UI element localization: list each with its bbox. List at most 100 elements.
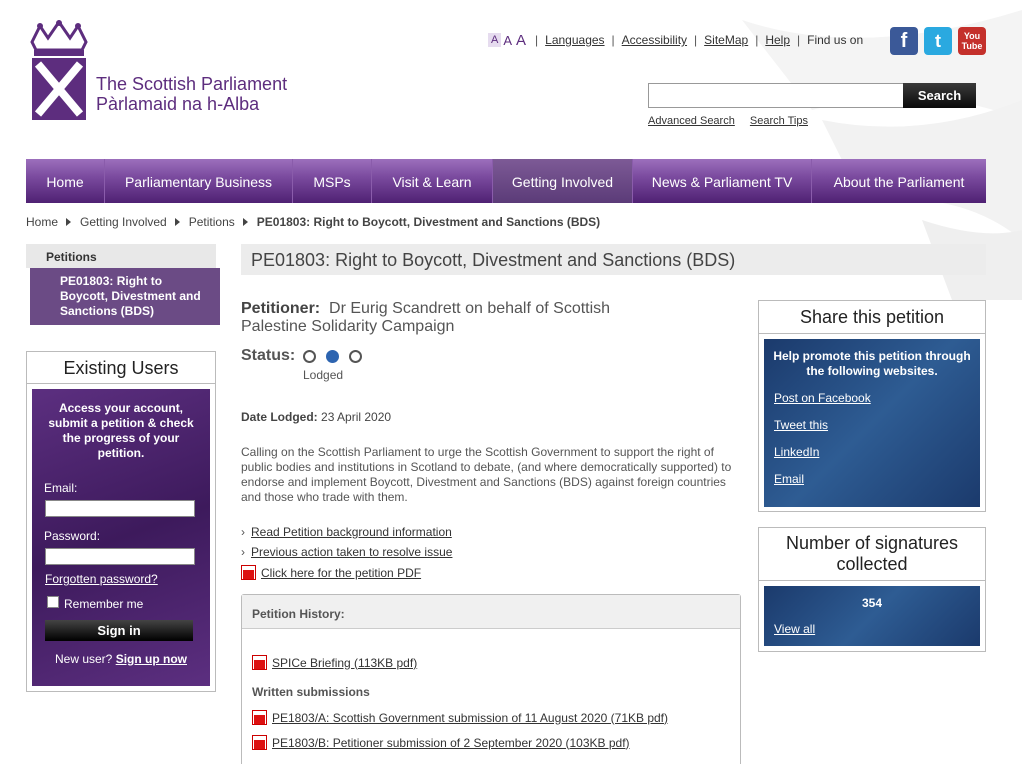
parliament-logo[interactable]: The Scottish Parliament Pàrlamaid na h-A… [26, 19, 288, 124]
petition-history-panel: Petition History: SPICe Briefing (113KB … [241, 594, 741, 764]
font-size-medium[interactable]: A [501, 33, 514, 48]
breadcrumb-getting-involved[interactable]: Getting Involved [80, 215, 167, 229]
submission-b-link[interactable]: PE1803/B: Petitioner submission of 2 Sep… [272, 736, 630, 750]
nav-about-parliament[interactable]: About the Parliament [812, 159, 986, 203]
pdf-icon [252, 655, 267, 670]
spice-briefing-row: SPICe Briefing (113KB pdf) [252, 655, 417, 670]
page-title: PE01803: Right to Boycott, Divestment an… [241, 244, 986, 275]
petitioner-label: Petitioner: [241, 300, 321, 317]
breadcrumb-arrow-icon [66, 218, 72, 226]
petition-pdf-link[interactable]: Click here for the petition PDF [261, 566, 421, 580]
crown-saltire-icon [30, 19, 88, 120]
font-size-small[interactable]: A [488, 33, 502, 47]
sign-up-link[interactable]: Sign up now [116, 652, 187, 666]
background-info-row: › Read Petition background information [241, 525, 452, 539]
existing-users-title: Existing Users [27, 352, 215, 384]
search-input[interactable] [648, 83, 904, 108]
signatures-panel: Number of signatures collected 354 View … [758, 527, 986, 652]
help-link[interactable]: Help [765, 33, 790, 47]
status-step-1-icon [303, 350, 316, 363]
remember-me-label: Remember me [64, 597, 144, 611]
separator: | [611, 33, 615, 47]
breadcrumb-petitions[interactable]: Petitions [189, 215, 235, 229]
petition-history-heading: Petition History: [242, 595, 740, 629]
date-lodged-value: 23 April 2020 [321, 410, 392, 424]
languages-link[interactable]: Languages [545, 33, 604, 47]
forgotten-password-link[interactable]: Forgotten password? [45, 572, 158, 586]
login-form: Access your account, submit a petition &… [32, 389, 210, 686]
date-lodged: Date Lodged: 23 April 2020 [241, 410, 391, 424]
view-all-signatures-link[interactable]: View all [774, 622, 815, 636]
pdf-icon [252, 735, 267, 750]
nav-getting-involved[interactable]: Getting Involved [493, 159, 633, 203]
signatures-box: 354 View all [764, 586, 980, 646]
new-user-label: New user? [54, 652, 113, 666]
share-intro: Help promote this petition through the f… [773, 349, 971, 378]
share-email-link[interactable]: Email [774, 472, 804, 486]
youtube-icon-text-1: You [963, 31, 981, 41]
status-step-3-icon [349, 350, 362, 363]
submission-a-link[interactable]: PE1803/A: Scottish Government submission… [272, 711, 668, 725]
existing-users-panel: Existing Users Access your account, subm… [26, 351, 216, 692]
written-submissions-heading: Written submissions [252, 685, 370, 699]
breadcrumb-arrow-icon [174, 218, 180, 226]
breadcrumb-home[interactable]: Home [26, 215, 58, 229]
email-label: Email: [44, 481, 78, 495]
search-button[interactable]: Search [903, 83, 976, 108]
sidebar-item-current-petition[interactable]: PE01803: Right to Boycott, Divestment an… [30, 268, 220, 325]
remember-me-checkbox[interactable] [47, 596, 59, 608]
password-field[interactable] [45, 548, 195, 565]
nav-visit-learn[interactable]: Visit & Learn [372, 159, 493, 203]
new-user-row: New user? Sign up now [32, 652, 210, 666]
separator: | [755, 33, 759, 47]
petitioner-info: Petitioner: Dr Eurig Scandrett on behalf… [241, 300, 641, 336]
sitemap-link[interactable]: SiteMap [704, 33, 748, 47]
breadcrumb-arrow-icon [242, 218, 248, 226]
share-box: Help promote this petition through the f… [764, 339, 980, 507]
background-info-link[interactable]: Read Petition background information [251, 525, 452, 539]
petition-pdf-row: Click here for the petition PDF [241, 565, 421, 580]
share-panel: Share this petition Help promote this pe… [758, 300, 986, 512]
find-us-label: Find us on [807, 33, 864, 47]
separator: | [535, 33, 539, 47]
sign-in-button[interactable]: Sign in [45, 620, 193, 641]
chevron-right-icon: › [241, 545, 245, 559]
pdf-icon [241, 565, 256, 580]
signature-count: 354 [861, 596, 883, 610]
chevron-right-icon: › [241, 525, 245, 539]
logo-text: The Scottish Parliament Pàrlamaid na h-A… [96, 74, 288, 114]
breadcrumb: Home Getting Involved Petitions PE01803:… [26, 215, 600, 229]
share-linkedin-link[interactable]: LinkedIn [774, 445, 819, 459]
status-step-2-icon [326, 350, 339, 363]
separator: | [797, 33, 801, 47]
accessibility-link[interactable]: Accessibility [622, 33, 687, 47]
advanced-search-link[interactable]: Advanced Search [648, 115, 735, 127]
submission-row: PE1803/A: Scottish Government submission… [252, 710, 668, 725]
spice-briefing-link[interactable]: SPICe Briefing (113KB pdf) [272, 656, 417, 670]
nav-home[interactable]: Home [26, 159, 105, 203]
previous-action-link[interactable]: Previous action taken to resolve issue [251, 545, 452, 559]
search-tips-link[interactable]: Search Tips [750, 115, 808, 127]
date-lodged-label: Date Lodged: [241, 410, 318, 424]
facebook-icon[interactable]: f [890, 27, 918, 55]
login-intro: Access your account, submit a petition &… [48, 401, 194, 460]
nav-news-parliament-tv[interactable]: News & Parliament TV [633, 159, 812, 203]
nav-msps[interactable]: MSPs [293, 159, 372, 203]
email-field[interactable] [45, 500, 195, 517]
search-links: Advanced Search Search Tips [648, 115, 820, 127]
breadcrumb-current: PE01803: Right to Boycott, Divestment an… [256, 215, 601, 229]
petition-description: Calling on the Scottish Parliament to ur… [241, 445, 732, 504]
youtube-icon[interactable]: You Tube [958, 27, 986, 55]
sidebar-heading-petitions[interactable]: Petitions [26, 244, 216, 268]
font-size-large[interactable]: A [514, 32, 528, 49]
signatures-title: Number of signatures collected [759, 528, 985, 581]
password-label: Password: [44, 529, 101, 543]
main-nav: Home Parliamentary Business MSPs Visit &… [26, 159, 986, 203]
separator: | [694, 33, 698, 47]
nav-parliamentary-business[interactable]: Parliamentary Business [105, 159, 293, 203]
twitter-icon[interactable]: t [924, 27, 952, 55]
share-twitter-link[interactable]: Tweet this [774, 418, 828, 432]
youtube-icon-text-2: Tube [961, 41, 983, 51]
petitions-sidebar: Petitions PE01803: Right to Boycott, Div… [26, 244, 220, 325]
share-facebook-link[interactable]: Post on Facebook [774, 391, 871, 405]
